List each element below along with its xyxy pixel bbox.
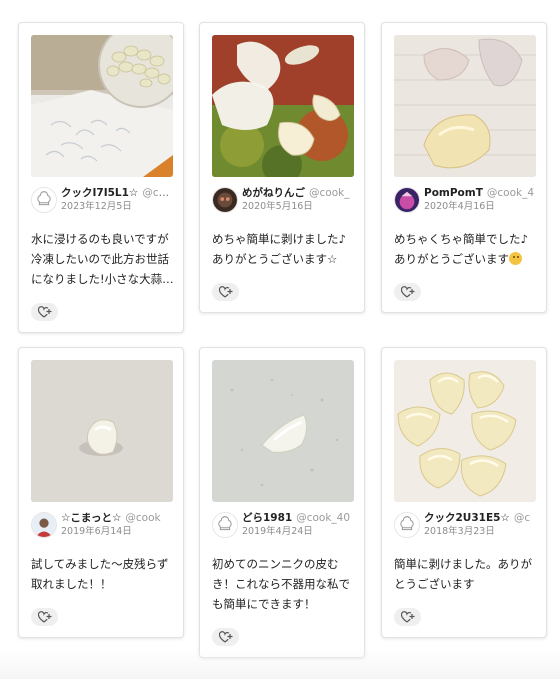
comment-text: めちゃくちゃ簡単でした♪ありがとうございます <box>394 229 538 269</box>
heart-plus-icon <box>218 631 232 643</box>
author-id: @cook_ <box>309 187 350 199</box>
post-date: 2023年12月5日 <box>61 201 132 212</box>
author-line[interactable]: どら1981 @cook_40 <box>242 512 356 525</box>
author-info[interactable]: めがねりんご @cook_ 2020年5月16日 <box>212 187 356 213</box>
author-id: @cook <box>125 512 161 524</box>
tsukurepo-card[interactable]: ☆こまっと☆ @cook 2019年6月14日 試してみました〜皮残らず取れました… <box>18 347 184 638</box>
smile-emoji-icon <box>509 252 522 265</box>
author-info[interactable]: ☆こまっと☆ @cook 2019年6月14日 <box>31 512 175 538</box>
post-date: 2020年5月16日 <box>242 201 313 212</box>
bottom-fade <box>0 649 560 679</box>
tsukurepo-card[interactable]: どら1981 @cook_40 2019年4月24日 初めてのニンニクの皮むき！こ… <box>199 347 365 658</box>
comment-body: めちゃくちゃ簡単でした♪ありがとうございます <box>394 232 528 266</box>
post-date: 2019年6月14日 <box>61 526 132 537</box>
like-button[interactable] <box>394 283 421 301</box>
author-info[interactable]: PomPomT @cook_4 2020年4月16日 <box>394 187 538 213</box>
author-id: @cook_4 <box>486 187 535 199</box>
comment-text: 水に浸けるのも良いですが冷凍したいので此方お世話になりました!小さな大蒜の皮むき… <box>31 232 174 286</box>
like-button[interactable] <box>394 608 421 626</box>
like-button[interactable] <box>212 283 239 301</box>
user-photo-avatar[interactable] <box>394 187 420 213</box>
chef-hat-avatar[interactable] <box>394 512 420 538</box>
author-line[interactable]: PomPomT @cook_4 <box>424 187 538 200</box>
author-name[interactable]: クックI7I5L1☆ <box>61 187 138 199</box>
author-id: @c <box>513 512 531 524</box>
tsukurepo-card[interactable]: めがねりんご @cook_ 2020年5月16日 めちゃ簡単に剥けました♪ありがと… <box>199 22 365 313</box>
heart-plus-icon <box>400 611 414 623</box>
heart-plus-icon <box>218 286 232 298</box>
author-name[interactable]: どら1981 <box>242 512 292 524</box>
user-photo-avatar[interactable] <box>31 512 57 538</box>
chef-hat-avatar[interactable] <box>212 512 238 538</box>
like-button[interactable] <box>31 608 58 626</box>
heart-plus-icon <box>37 611 51 623</box>
single-garlic-clove-photo[interactable] <box>31 360 173 502</box>
post-date: 2019年4月24日 <box>242 526 313 537</box>
author-info[interactable]: クックI7I5L1☆ @cook_ 2023年12月5日 <box>31 187 175 213</box>
author-line[interactable]: ☆こまっと☆ @cook <box>61 512 175 525</box>
author-line[interactable]: クック2U31E5☆ @c <box>424 512 538 525</box>
tsukurepo-card[interactable]: クック2U31E5☆ @c 2018年3月23日 簡単に剥けました。ありがとうござ… <box>381 347 547 638</box>
like-button[interactable] <box>212 628 239 646</box>
peeled-garlic-bowl-photo[interactable] <box>31 35 173 177</box>
author-name[interactable]: クック2U31E5☆ <box>424 512 510 524</box>
chef-hat-avatar[interactable] <box>31 187 57 213</box>
comment-text: めちゃ簡単に剥けました♪ありがとうございます☆ <box>212 232 346 266</box>
heart-plus-icon <box>37 306 51 318</box>
author-name[interactable]: PomPomT <box>424 187 483 199</box>
author-line[interactable]: めがねりんご @cook_ <box>242 187 356 200</box>
author-info[interactable]: どら1981 @cook_40 2019年4月24日 <box>212 512 356 538</box>
user-photo-avatar[interactable] <box>212 187 238 213</box>
author-id: @cook_ <box>142 187 175 199</box>
tsukurepo-card[interactable]: PomPomT @cook_4 2020年4月16日 めちゃくちゃ簡単でした♪あり… <box>381 22 547 313</box>
garlic-cloves-photo[interactable] <box>212 35 354 177</box>
garlic-skin-photo[interactable] <box>394 35 536 177</box>
author-name[interactable]: ☆こまっと☆ <box>61 512 121 524</box>
post-date: 2020年4月16日 <box>424 201 495 212</box>
author-id: @cook_40 <box>296 512 351 524</box>
author-info[interactable]: クック2U31E5☆ @c 2018年3月23日 <box>394 512 538 538</box>
author-name[interactable]: めがねりんご <box>242 187 305 199</box>
heart-plus-icon <box>400 286 414 298</box>
garlic-clove-on-board-photo[interactable] <box>212 360 354 502</box>
tsukurepo-card[interactable]: クックI7I5L1☆ @cook_ 2023年12月5日 水に浸けるのも良いですが… <box>18 22 184 333</box>
post-date: 2018年3月23日 <box>424 526 495 537</box>
comment-text: 試してみました〜皮残らず取れました！！ <box>31 557 169 591</box>
peeled-garlic-cloves-photo[interactable] <box>394 360 536 502</box>
author-line[interactable]: クックI7I5L1☆ @cook_ <box>61 187 175 200</box>
like-button[interactable] <box>31 303 58 321</box>
comment-text: 簡単に剥けました。ありがとうございます <box>394 557 532 591</box>
comment-text: 初めてのニンニクの皮むき！これなら不器用な私でも簡単にできます！ <box>212 557 350 611</box>
